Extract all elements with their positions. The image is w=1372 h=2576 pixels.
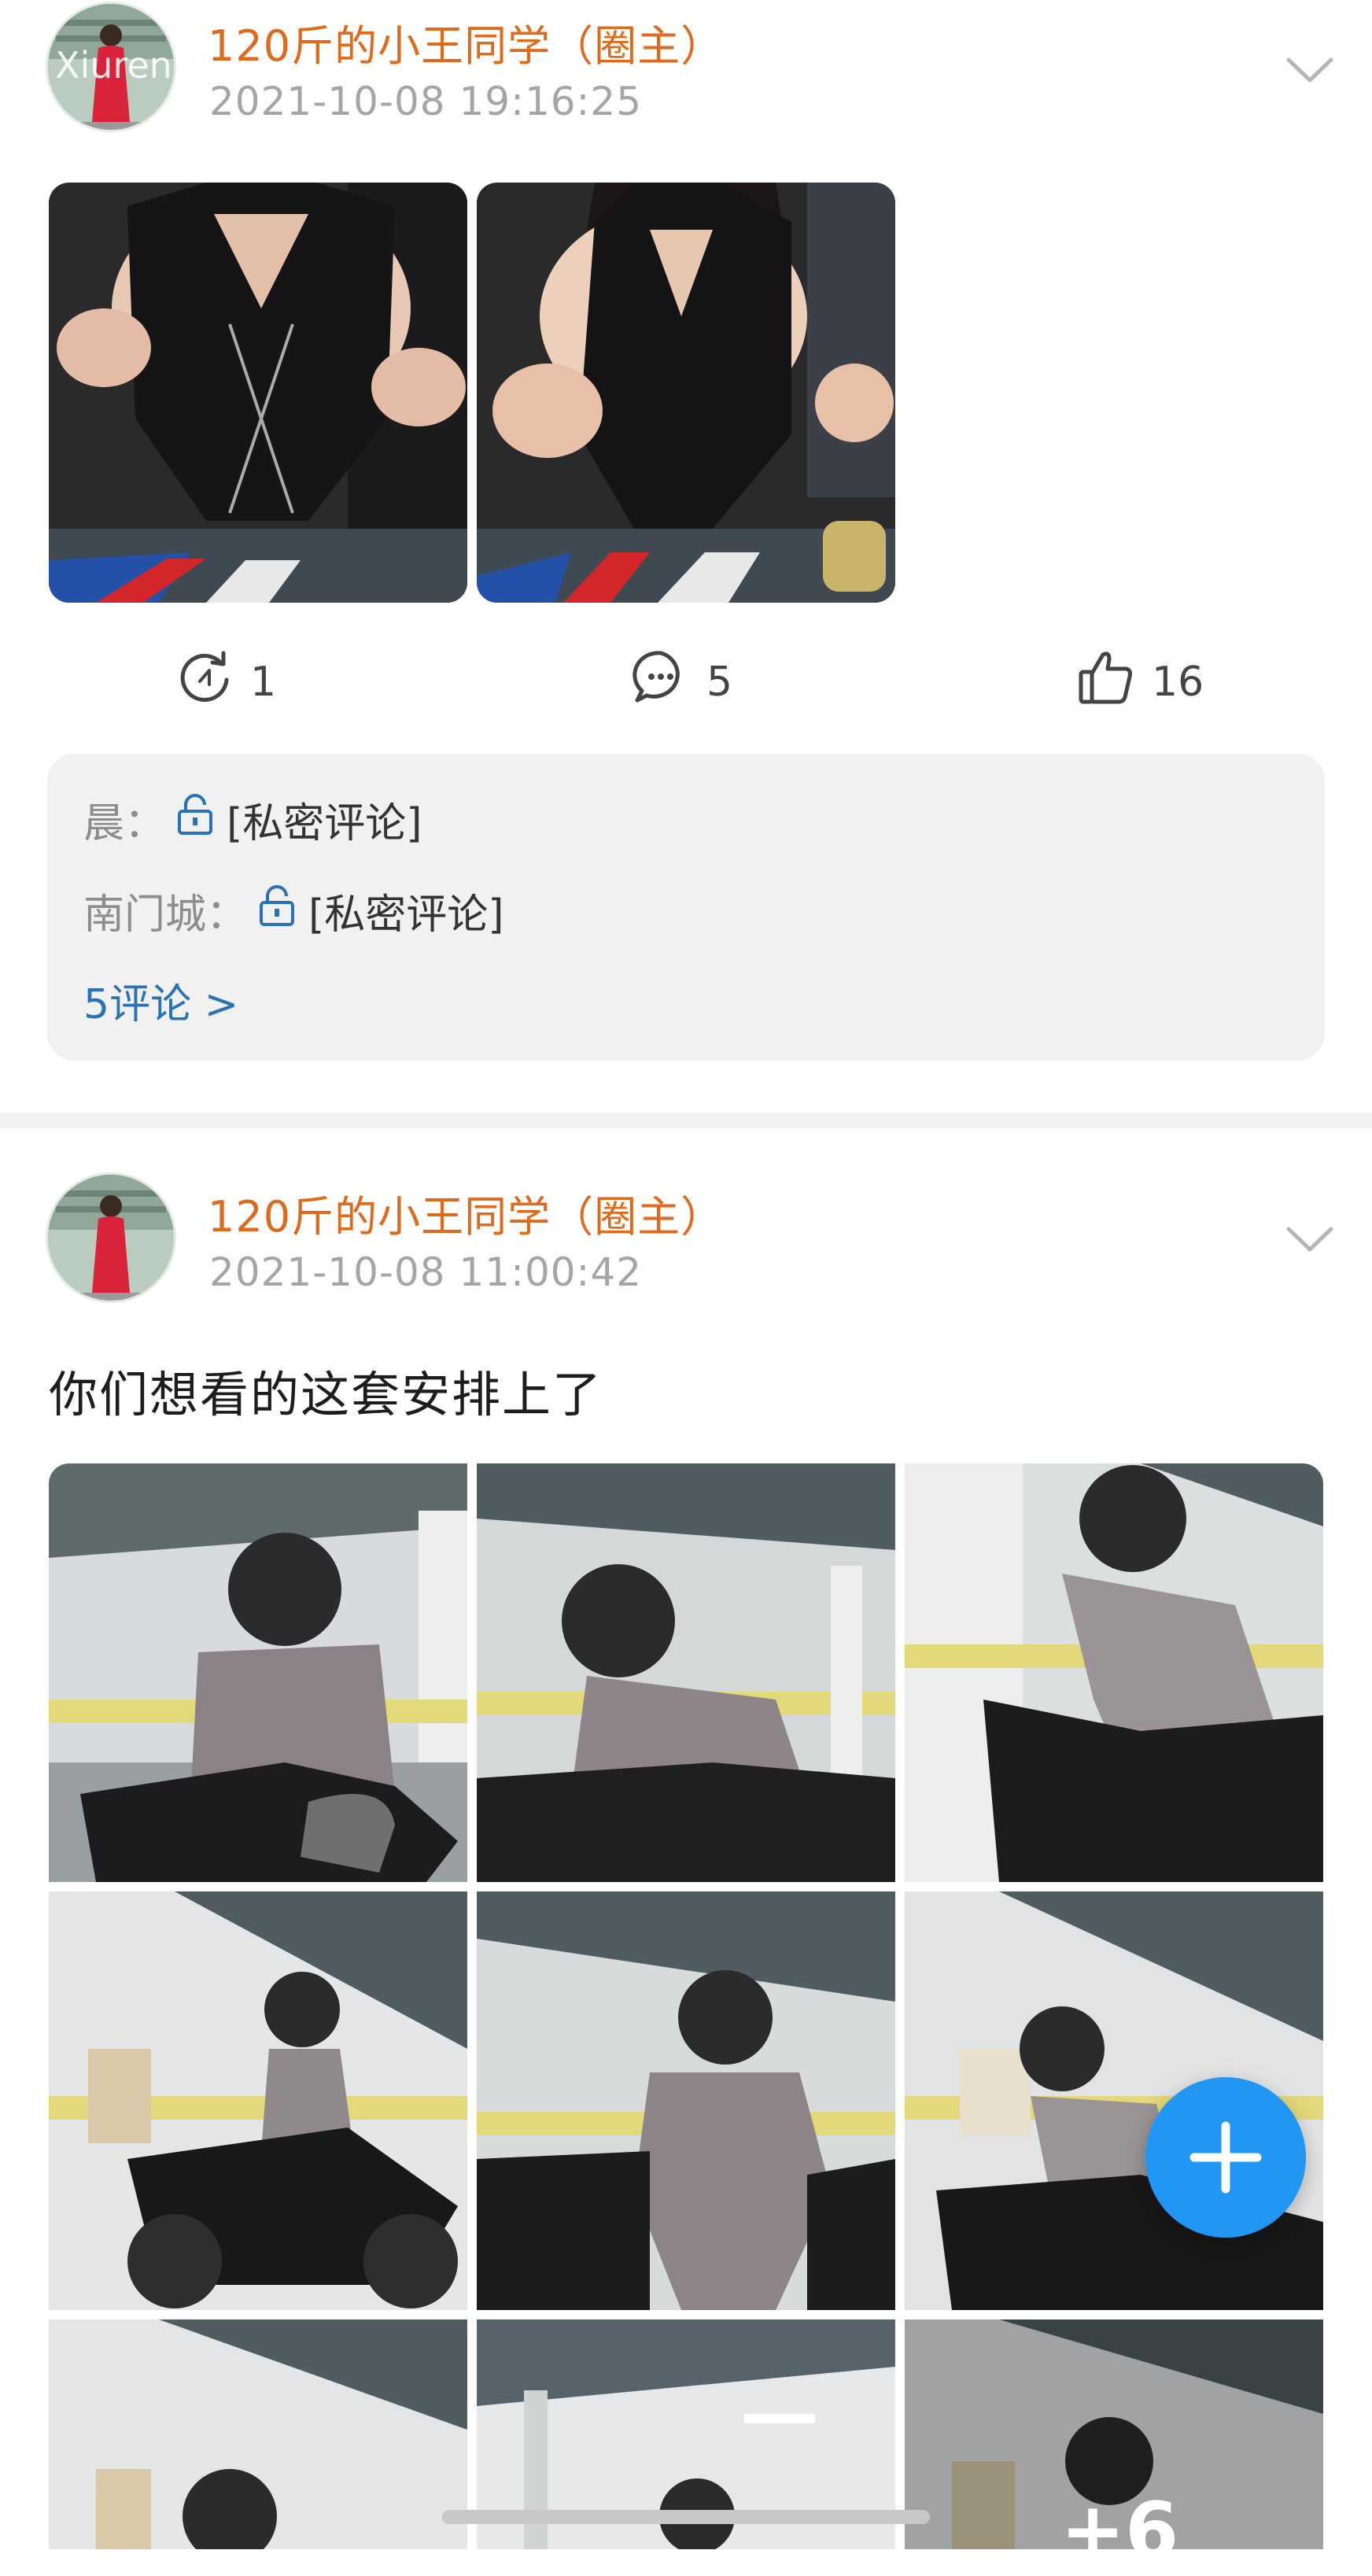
comment-button[interactable]: 5	[631, 647, 732, 717]
post-timestamp: 2021-10-08 19:16:25	[209, 79, 643, 124]
comment-text: [私密评论]	[308, 891, 504, 939]
like-count: 16	[1152, 658, 1204, 706]
add-post-button[interactable]	[1145, 2077, 1306, 2238]
repost-button[interactable]: 1	[175, 647, 276, 717]
comment-text: [私密评论]	[227, 800, 422, 847]
lock-icon	[255, 884, 299, 938]
author-name[interactable]: 120斤的小王同学（圈主）	[208, 1182, 724, 1244]
comment-user: 晨：	[83, 800, 166, 847]
chevron-down-icon[interactable]	[1282, 1220, 1337, 1259]
plus-icon	[1186, 2118, 1265, 2200]
comment-count: 5	[706, 658, 733, 706]
home-indicator[interactable]	[442, 2510, 930, 2524]
avatar[interactable]	[46, 1172, 176, 1303]
lock-icon	[173, 792, 217, 847]
thumbs-up-icon	[1076, 647, 1136, 717]
post-image[interactable]	[905, 1463, 1323, 1882]
post-image[interactable]	[49, 1891, 467, 2310]
comment-icon	[631, 647, 691, 717]
post-image[interactable]	[477, 1891, 895, 2310]
author-name[interactable]: 120斤的小王同学（圈主）	[208, 11, 724, 73]
post-image[interactable]	[477, 1463, 895, 1882]
comment-item[interactable]: 南门城： [私密评论]	[83, 881, 504, 940]
like-button[interactable]: 16	[1076, 647, 1204, 717]
repost-icon	[175, 647, 234, 717]
post-image[interactable]	[49, 2320, 467, 2549]
post-image[interactable]	[49, 1463, 467, 1882]
comment-item[interactable]: 晨： [私密评论]	[83, 790, 422, 849]
more-comments-link[interactable]: 5评论 >	[83, 971, 238, 1030]
post-divider	[0, 1113, 1372, 1128]
chevron-down-icon[interactable]	[1282, 50, 1337, 90]
post-image[interactable]	[49, 183, 467, 603]
repost-count: 1	[250, 658, 277, 706]
post-timestamp: 2021-10-08 11:00:42	[209, 1249, 643, 1295]
comment-user: 南门城：	[83, 891, 248, 939]
post-text: 你们想看的这套安排上了	[49, 1366, 603, 1423]
post-image[interactable]	[477, 183, 895, 603]
more-images-count[interactable]: +6	[1060, 2486, 1178, 2576]
